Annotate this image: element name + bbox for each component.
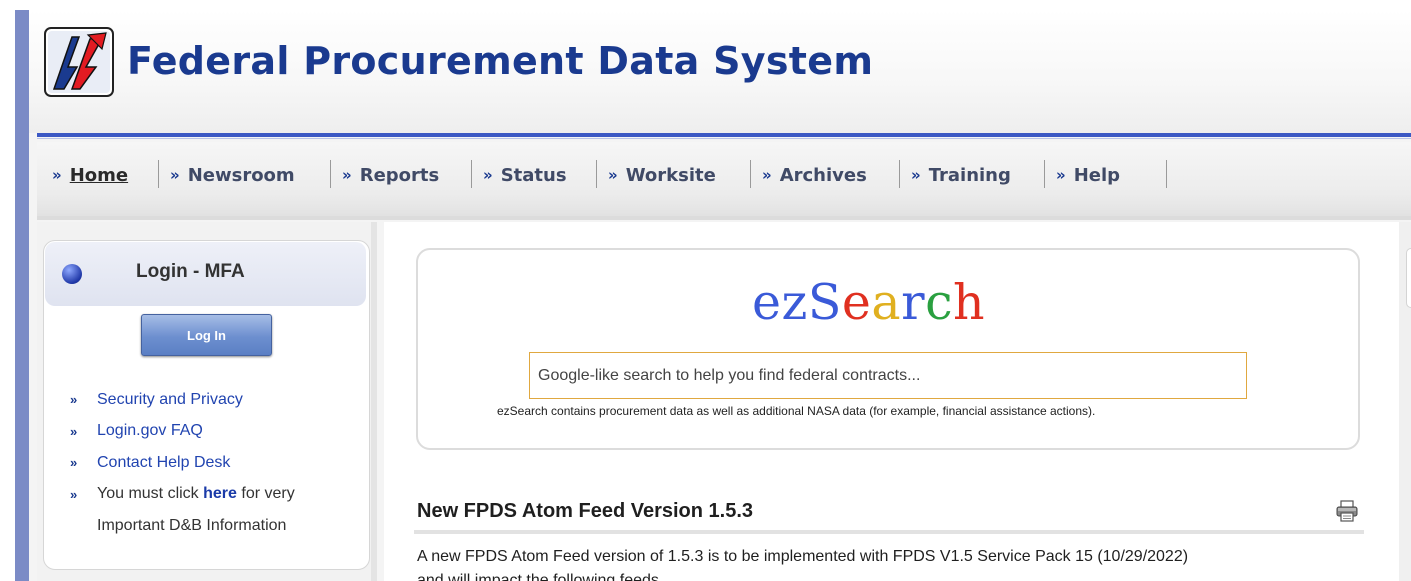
nav-item-label: Help — [1073, 164, 1121, 186]
left-accent-stripe — [15, 10, 29, 581]
list-item: » Login.gov FAQ — [70, 416, 370, 448]
page: Federal Procurement Data System » Home »… — [0, 0, 1411, 581]
nav-item-label: Worksite — [625, 164, 716, 186]
logo-letter: e — [752, 274, 782, 331]
nav-separator — [750, 160, 751, 188]
chevron-right-icon: » — [342, 166, 352, 184]
login-links: » Security and Privacy » Login.gov FAQ »… — [70, 384, 370, 541]
contact-help-desk-link[interactable]: Contact Help Desk — [97, 454, 230, 472]
logo-letter: a — [871, 274, 902, 331]
notice-prefix: You must click — [97, 485, 204, 503]
nav-item-label: Archives — [779, 164, 867, 186]
chevron-right-icon: » — [70, 486, 78, 502]
login-button[interactable]: Log In — [141, 314, 272, 356]
nav-item-label: Home — [69, 164, 129, 186]
notice-suffix: for very — [236, 485, 295, 503]
nav-separator — [899, 160, 900, 188]
nav-separator — [596, 160, 597, 188]
chevron-right-icon: » — [70, 455, 78, 471]
search-input[interactable]: Google-like search to help you find fede… — [529, 352, 1247, 399]
header-divider-light — [37, 138, 1411, 139]
nav-separator — [330, 160, 331, 188]
list-item: » Contact Help Desk — [70, 447, 370, 479]
nav-item-reports[interactable]: » Reports — [342, 162, 439, 188]
blue-bullet-icon — [62, 264, 82, 284]
nav-item-newsroom[interactable]: » Newsroom — [170, 162, 295, 188]
nav-separator — [1044, 160, 1045, 188]
search-note: ezSearch contains procurement data as we… — [497, 404, 1096, 418]
header-divider — [37, 133, 1411, 137]
logo-letter: e — [841, 274, 872, 331]
news-divider — [414, 530, 1364, 534]
chevron-right-icon: » — [52, 166, 62, 184]
notice-text: You must click here for very — [97, 485, 295, 503]
here-link[interactable]: here — [203, 485, 237, 502]
nav-item-label: Training — [928, 164, 1011, 186]
chevron-right-icon: » — [170, 166, 180, 184]
nav-item-label: Status — [500, 164, 567, 186]
news-title: New FPDS Atom Feed Version 1.5.3 — [417, 500, 754, 522]
nav-separator — [158, 160, 159, 188]
right-panel-edge — [1406, 248, 1411, 308]
notice-line-2: Important D&B Information — [97, 516, 287, 534]
logo-letter: c — [925, 274, 954, 331]
nav-item-label: Reports — [359, 164, 440, 186]
login-title: Login - MFA — [136, 261, 245, 282]
nav-item-label: Newsroom — [187, 164, 295, 186]
security-privacy-link[interactable]: Security and Privacy — [97, 391, 243, 409]
nav-separator — [1166, 160, 1167, 188]
logo-letter: h — [953, 274, 986, 331]
nav-bottom-border — [37, 216, 1411, 220]
site-title: Federal Procurement Data System — [127, 39, 874, 83]
chevron-right-icon: » — [608, 166, 618, 184]
nav-item-status[interactable]: » Status — [483, 162, 567, 188]
news-body-line: A new FPDS Atom Feed version of 1.5.3 is… — [417, 548, 1189, 565]
chevron-right-icon: » — [762, 166, 772, 184]
chevron-right-icon: » — [70, 423, 78, 439]
login-gov-faq-link[interactable]: Login.gov FAQ — [97, 422, 203, 440]
logo-letter: r — [901, 274, 926, 331]
list-item: » You must click here for very — [70, 479, 370, 511]
logo-letter: S — [807, 274, 842, 331]
nav-item-home[interactable]: » Home — [52, 162, 128, 188]
chevron-right-icon: » — [1056, 166, 1066, 184]
nav-item-help[interactable]: » Help — [1056, 162, 1120, 188]
nav-separator — [471, 160, 472, 188]
nav-item-worksite[interactable]: » Worksite — [608, 162, 716, 188]
chevron-right-icon: » — [483, 166, 493, 184]
ezsearch-logo: ezSearch — [752, 274, 985, 331]
list-item: » Security and Privacy — [70, 384, 370, 416]
chevron-right-icon: » — [70, 392, 78, 408]
nav-item-archives[interactable]: » Archives — [762, 162, 867, 188]
logo-letter: z — [781, 274, 808, 331]
news-body: A new FPDS Atom Feed version of 1.5.3 is… — [417, 545, 1377, 581]
fpds-logo-icon[interactable] — [44, 27, 114, 97]
nav-item-training[interactable]: » Training — [911, 162, 1011, 188]
printer-icon[interactable] — [1335, 500, 1359, 522]
news-body-line: and will impact the following feeds — [417, 572, 659, 581]
chevron-right-icon: » — [911, 166, 921, 184]
